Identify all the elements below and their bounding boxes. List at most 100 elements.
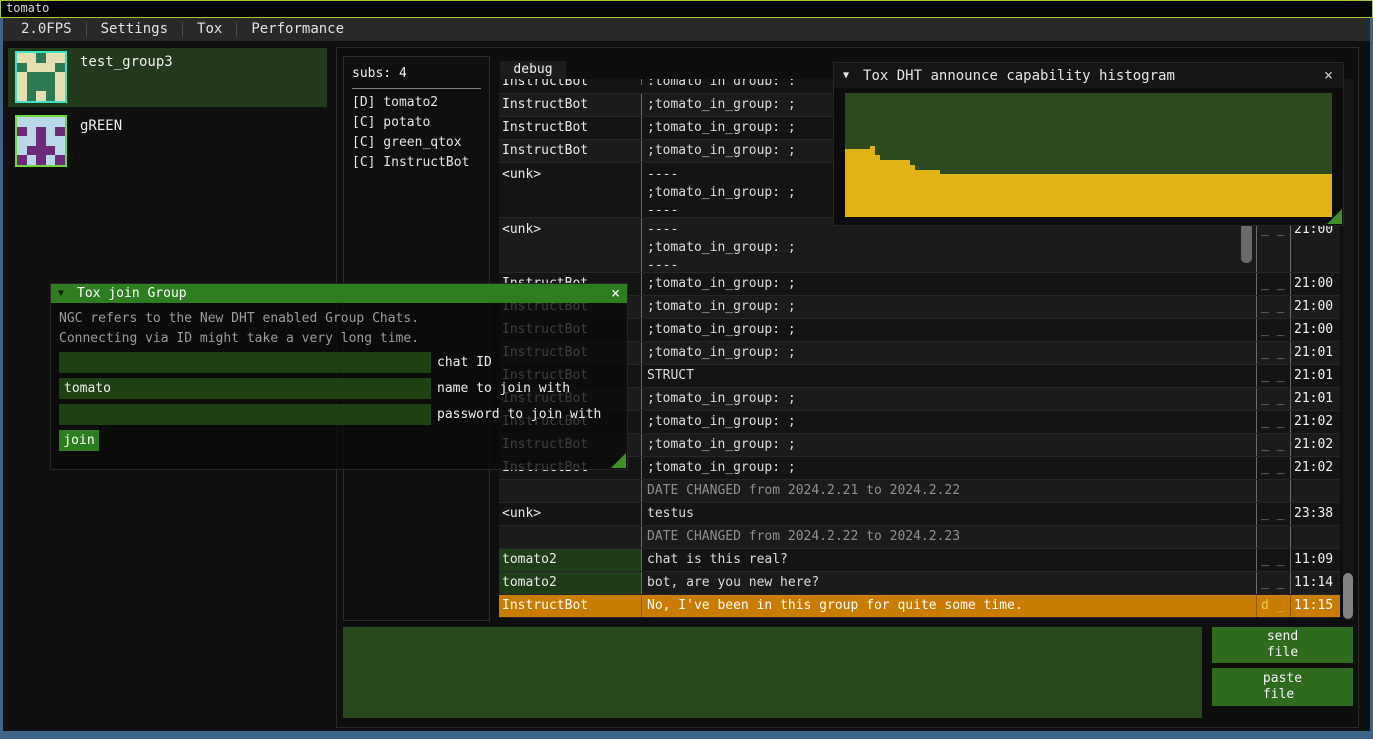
message-scrollbar-thumb[interactable] — [1241, 223, 1252, 263]
message-time: 11:15 — [1290, 595, 1339, 617]
paste-file-label: paste file — [1263, 671, 1302, 703]
message-text: ;tomato_in_group: ; — [641, 342, 1256, 364]
message-time: 11:09 — [1290, 549, 1339, 571]
message-text: DATE CHANGED from 2024.2.21 to 2024.2.22 — [641, 480, 1256, 502]
paste-file-button[interactable]: paste file — [1212, 668, 1353, 706]
subs-member[interactable]: [D] tomato2 — [352, 93, 481, 113]
close-icon[interactable]: × — [611, 286, 620, 301]
join-group-titlebar[interactable]: ▼ Tox join Group × — [51, 284, 627, 303]
subs-member[interactable]: [C] green_qtox — [352, 133, 481, 153]
subs-member[interactable]: [C] potato — [352, 113, 481, 133]
message-author — [499, 480, 641, 502]
chat-id-label: chat ID — [437, 355, 492, 370]
message-status — [1256, 480, 1290, 502]
message-status: _ _ — [1256, 365, 1290, 387]
message-time — [1290, 526, 1339, 548]
join-button[interactable]: join — [59, 430, 99, 451]
window-border-bottom — [0, 731, 1373, 739]
message-time: 11:14 — [1290, 572, 1339, 594]
subs-member[interactable]: [C] InstructBot — [352, 153, 481, 173]
collapse-arrow-icon[interactable]: ▼ — [58, 288, 64, 299]
chat-id-input[interactable] — [59, 352, 431, 373]
menu-item-performance[interactable]: Performance — [237, 18, 358, 41]
message-text: chat is this real? — [641, 549, 1256, 571]
message-input[interactable] — [343, 627, 1202, 718]
message-status: d _ — [1256, 595, 1290, 617]
message-author: InstructBot — [499, 117, 641, 139]
sidebar-item-test_group3[interactable]: test_group3 — [8, 48, 327, 107]
message-time — [1290, 480, 1339, 502]
chat-message-row[interactable]: <unk> ---- ;tomato_in_group: ; ---- _ _ … — [499, 218, 1340, 273]
message-text: No, I've been in this group for quite so… — [641, 595, 1256, 617]
chat-message-row[interactable]: <unk> testus _ _ 23:38 — [499, 503, 1340, 526]
subs-member-list: [D] tomato2[C] potato[C] green_qtox[C] I… — [352, 93, 481, 173]
group-avatar — [15, 115, 67, 167]
message-time: 21:02 — [1290, 457, 1339, 479]
menu-bar: 2.0FPSSettingsToxPerformance — [3, 18, 1370, 41]
message-status: _ _ — [1256, 457, 1290, 479]
tab-debug[interactable]: debug — [500, 61, 566, 79]
window-title: tomato — [6, 1, 49, 15]
join-group-window: ▼ Tox join Group × NGC refers to the New… — [50, 283, 628, 470]
message-author: <unk> — [499, 503, 641, 525]
chat-message-row[interactable]: InstructBot No, I've been in this group … — [499, 595, 1340, 618]
message-author: InstructBot — [499, 79, 641, 85]
message-time: 21:00 — [1290, 319, 1339, 341]
message-author: InstructBot — [499, 140, 641, 162]
message-text: testus — [641, 503, 1256, 525]
join-name-input[interactable] — [59, 378, 431, 399]
message-author: <unk> — [499, 218, 641, 272]
histogram-title: Tox DHT announce capability histogram — [863, 68, 1175, 84]
message-author — [499, 526, 641, 548]
message-author: tomato2 — [499, 572, 641, 594]
message-time: 21:00 — [1290, 218, 1339, 272]
chat-message-row[interactable]: tomato2 bot, are you new here? _ _ 11:14 — [499, 572, 1340, 595]
message-status: _ _ — [1256, 411, 1290, 433]
chat-message-row[interactable]: DATE CHANGED from 2024.2.22 to 2024.2.23 — [499, 526, 1340, 549]
message-status: _ _ — [1256, 342, 1290, 364]
menu-item-20fps: 2.0FPS — [7, 18, 86, 41]
join-info-line: NGC refers to the New DHT enabled Group … — [59, 311, 419, 326]
join-password-input[interactable] — [59, 404, 431, 425]
window-titlebar[interactable]: tomato — [0, 0, 1373, 18]
histogram-plot — [845, 93, 1332, 217]
sidebar-item-gREEN[interactable]: gREEN — [8, 112, 327, 171]
message-time: 21:00 — [1290, 273, 1339, 295]
message-text: ;tomato_in_group: ; — [641, 296, 1256, 318]
message-text: bot, are you new here? — [641, 572, 1256, 594]
message-status: _ _ — [1256, 503, 1290, 525]
send-file-button[interactable]: send file — [1212, 627, 1353, 663]
chat-scrollbar-thumb[interactable] — [1343, 573, 1353, 619]
menu-item-settings[interactable]: Settings — [87, 18, 182, 41]
menu-item-tox[interactable]: Tox — [183, 18, 236, 41]
join-password-label: password to join with — [437, 407, 601, 422]
group-name-label: test_group3 — [80, 54, 173, 70]
message-author: tomato2 — [499, 549, 641, 571]
collapse-arrow-icon[interactable]: ▼ — [843, 70, 849, 81]
message-time: 21:01 — [1290, 388, 1339, 410]
message-time: 23:38 — [1290, 503, 1339, 525]
chat-message-row[interactable]: DATE CHANGED from 2024.2.21 to 2024.2.22 — [499, 480, 1340, 503]
join-name-label: name to join with — [437, 381, 570, 396]
histogram-titlebar[interactable]: ▼ Tox DHT announce capability histogram … — [834, 63, 1343, 88]
message-text: ;tomato_in_group: ; — [641, 388, 1256, 410]
message-status: _ _ — [1256, 434, 1290, 456]
message-status: _ _ — [1256, 549, 1290, 571]
message-text: ;tomato_in_group: ; — [641, 319, 1256, 341]
chat-message-row[interactable]: tomato2 chat is this real? _ _ 11:09 — [499, 549, 1340, 572]
resize-grip[interactable] — [1327, 209, 1342, 224]
close-icon[interactable]: × — [1324, 68, 1333, 83]
message-status — [1256, 526, 1290, 548]
separator — [352, 88, 481, 89]
message-text: ;tomato_in_group: ; — [641, 411, 1256, 433]
group-name-label: gREEN — [80, 118, 122, 134]
message-status: _ _ — [1256, 273, 1290, 295]
message-text: ;tomato_in_group: ; — [641, 434, 1256, 456]
group-avatar — [15, 51, 67, 103]
message-status: _ _ — [1256, 218, 1290, 272]
resize-grip[interactable] — [611, 453, 626, 468]
chat-scrollbar[interactable] — [1343, 79, 1353, 621]
message-text: DATE CHANGED from 2024.2.22 to 2024.2.23 — [641, 526, 1256, 548]
message-time: 21:01 — [1290, 365, 1339, 387]
message-status: _ _ — [1256, 296, 1290, 318]
